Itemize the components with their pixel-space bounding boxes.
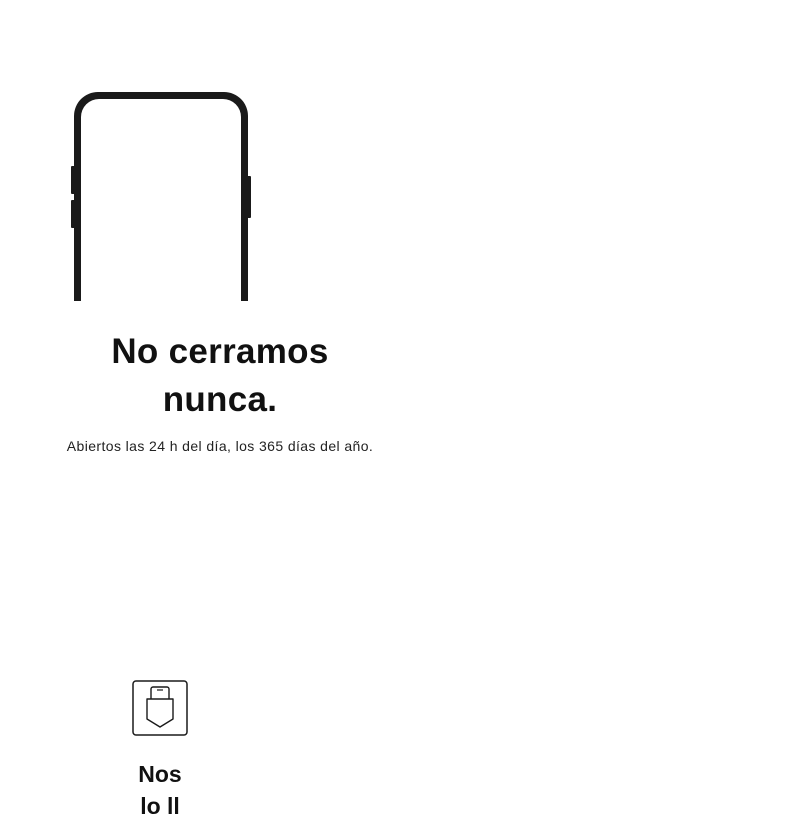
feature-title: Nos [138, 761, 182, 787]
hero-subtitle: Abiertos las 24 h del día, los 365 días … [66, 438, 374, 454]
phone-in-pocket-icon [131, 679, 189, 737]
feature-title-line-2: lo ll [140, 793, 180, 819]
phone-illustration [68, 86, 254, 301]
phone-outline-icon [71, 92, 251, 301]
hero-title: No cerramos nunca. [20, 328, 420, 424]
hero-title-line-1: No cerramos [111, 332, 329, 371]
hero-title-line-2: nunca. [162, 380, 278, 419]
